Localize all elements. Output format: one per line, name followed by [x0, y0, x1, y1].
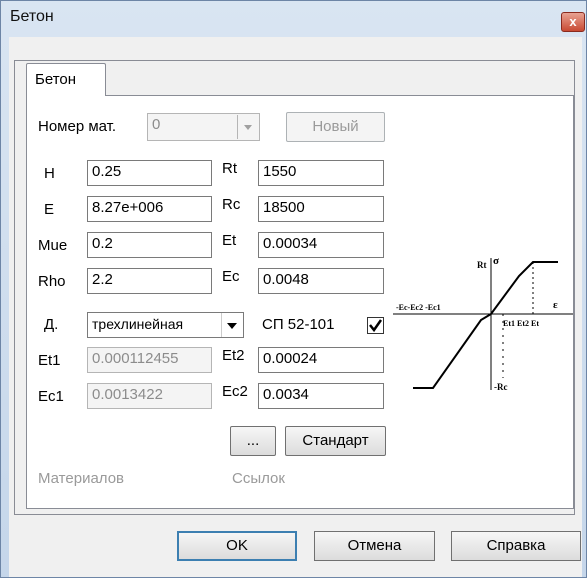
materials-link[interactable]: Материалов	[38, 470, 124, 487]
param-rc-field[interactable]: 18500	[258, 196, 384, 222]
window-title: Бетон	[10, 8, 54, 25]
stress-strain-graph: Rt σ ε -Ec-Ec2 -Ec1 Et1 Et2 Et -Rc	[393, 255, 573, 392]
et2-label: Et2	[222, 347, 245, 364]
et1-label: Et1	[38, 352, 61, 369]
tab-beton[interactable]: Бетон	[26, 63, 106, 96]
param-ec-label: Ec	[222, 268, 240, 285]
diagram-type-dropdown[interactable]	[221, 313, 243, 337]
refs-link[interactable]: Ссылок	[232, 470, 285, 487]
sp52-checkbox[interactable]	[367, 317, 384, 334]
param-h-field[interactable]: 0.25	[87, 160, 212, 186]
ec1-field: 0.0013422	[87, 383, 212, 409]
graph-label-pos-axis: Et1 Et2 Et	[503, 319, 539, 328]
material-number-value: 0	[152, 116, 161, 133]
close-icon: x	[569, 14, 577, 29]
ec2-label: Ec2	[222, 383, 248, 400]
param-rc-label: Rc	[222, 196, 241, 213]
param-et-field[interactable]: 0.00034	[258, 232, 384, 258]
help-button[interactable]: Справка	[451, 531, 581, 561]
material-number-label: Номер мат.	[38, 118, 117, 135]
sp52-label: СП 52-101	[262, 316, 335, 333]
chevron-down-icon	[244, 125, 252, 130]
ok-button[interactable]: OK	[177, 531, 297, 561]
param-rho-field[interactable]: 2.2	[87, 268, 212, 294]
param-e-field[interactable]: 8.27e+006	[87, 196, 212, 222]
param-mue-label: Mue	[38, 237, 68, 254]
param-ec-field[interactable]: 0.0048	[258, 268, 384, 294]
param-rt-label: Rt	[222, 160, 237, 177]
graph-label-neg-axis: -Ec-Ec2 -Ec1	[396, 303, 441, 312]
chevron-down-icon	[227, 323, 237, 329]
diagram-type-value: трехлинейная	[92, 316, 184, 332]
ec2-field[interactable]: 0.0034	[258, 383, 384, 409]
param-et-label: Et	[222, 232, 237, 249]
et1-field: 0.000112455	[87, 347, 212, 373]
tab-label: Бетон	[35, 71, 77, 88]
et2-field[interactable]: 0.00024	[258, 347, 384, 373]
graph-label-sigma: σ	[493, 255, 499, 267]
param-rt-field[interactable]: 1550	[258, 160, 384, 186]
stress-strain-diagram: Rt σ ε -Ec-Ec2 -Ec1 Et1 Et2 Et -Rc	[393, 250, 573, 400]
checkmark-icon	[369, 319, 383, 333]
new-material-button[interactable]: Новый	[286, 112, 385, 142]
close-button[interactable]: x	[561, 12, 585, 32]
graph-label-eps: ε	[553, 299, 558, 311]
diagram-type-label: Д.	[44, 316, 59, 333]
param-mue-field[interactable]: 0.2	[87, 232, 212, 258]
param-rho-label: Rho	[38, 273, 66, 290]
title-bar[interactable]: Бетон x	[1, 1, 586, 35]
cancel-button[interactable]: Отмена	[314, 531, 435, 561]
param-e-label: E	[44, 201, 55, 218]
standard-button[interactable]: Стандарт	[285, 426, 386, 456]
ellipsis-button[interactable]: ...	[230, 426, 276, 456]
ec1-label: Ec1	[38, 388, 64, 405]
param-h-label: H	[44, 165, 55, 182]
graph-label-rt: Rt	[477, 260, 487, 270]
material-number-dropdown[interactable]	[237, 115, 259, 139]
graph-label-rc: -Rc	[494, 382, 508, 392]
